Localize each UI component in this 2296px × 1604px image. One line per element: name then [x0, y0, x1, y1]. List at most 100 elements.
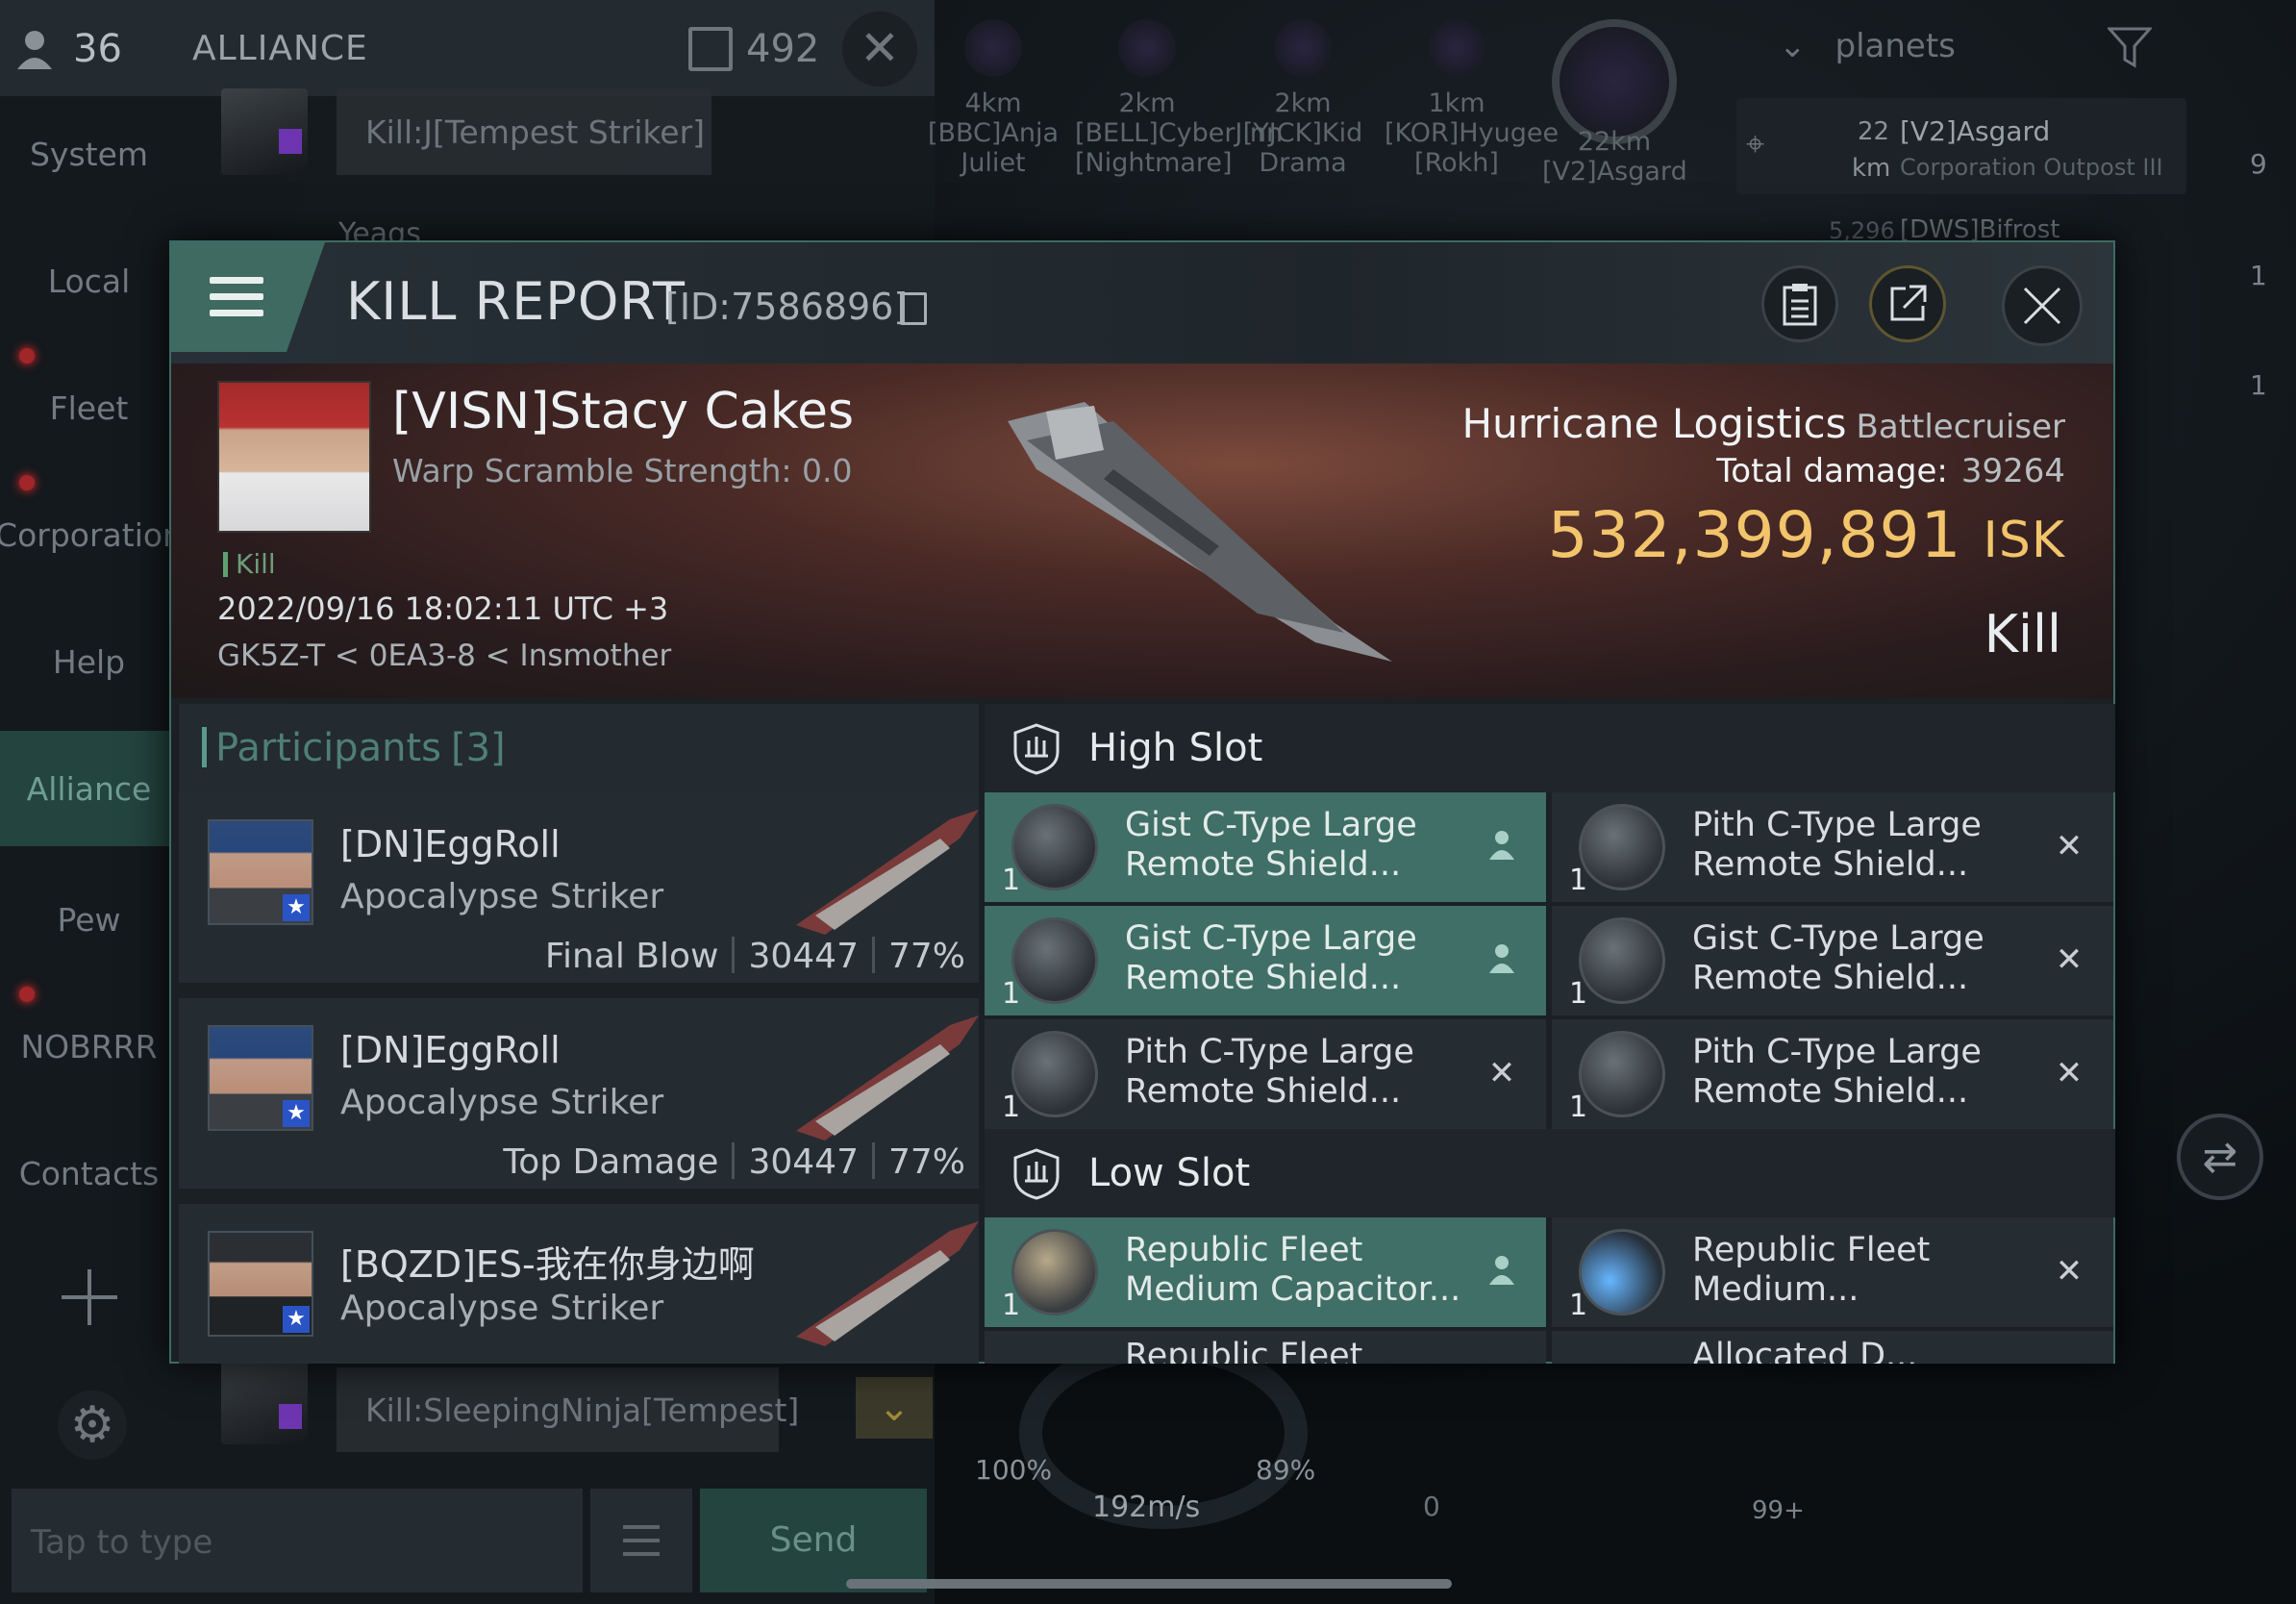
target-4[interactable]: 1km [KOR]Hyugee [Rokh]: [1385, 19, 1559, 178]
person-icon: [1485, 1254, 1519, 1289]
menu-button[interactable]: [171, 242, 325, 352]
module-item[interactable]: 1 Republic Fleet Medium... ✕: [1552, 1217, 2113, 1327]
module-item[interactable]: 1 Gist C-Type Large Remote Shield...: [985, 906, 1546, 1015]
chat-menu-button[interactable]: [590, 1489, 692, 1592]
clipboard-button[interactable]: [1761, 265, 1838, 342]
star-icon: ★: [283, 894, 310, 921]
participant-portrait: ★: [208, 1231, 313, 1337]
target-5[interactable]: 22km [V2]Asgard: [1542, 19, 1687, 187]
chat-message[interactable]: Kill:J[Tempest Striker]: [337, 88, 711, 175]
module-item[interactable]: 1 Gist C-Type Large Remote Shield...: [985, 792, 1546, 902]
module-name-line1: Pith C-Type Large: [1692, 806, 1982, 844]
members-icon: [17, 29, 56, 69]
module-name-line2: Medium Capacitor...: [1125, 1270, 1461, 1309]
entry-unit: km: [1852, 154, 1891, 183]
filter-icon[interactable]: [2106, 27, 2154, 69]
nav-tab-corporation[interactable]: Corporation: [0, 477, 183, 592]
clipboard-icon: [1783, 284, 1817, 326]
module-name-line1: Gist C-Type Large: [1125, 919, 1417, 958]
isk-value: 532,399,891 ISK: [1548, 498, 2065, 572]
chat-close-button[interactable]: ✕: [842, 12, 917, 87]
station-icon: [1552, 19, 1677, 144]
module-quantity: 1: [1002, 1090, 1021, 1124]
module-name: Gist C-Type Large Remote Shield...: [1125, 806, 1490, 885]
copy-icon[interactable]: [900, 292, 927, 325]
chat-input[interactable]: Tap to type: [12, 1489, 583, 1592]
participants-count: [3]: [450, 726, 506, 770]
participant-role: Final Blow: [544, 937, 719, 976]
target-3[interactable]: 2km [YJCK]Kid Drama: [1231, 19, 1375, 178]
module-name-line1: Gist C-Type Large: [1692, 919, 1984, 958]
ship-image: [1008, 402, 1392, 662]
module-name-line1: Pith C-Type Large: [1692, 1033, 1982, 1071]
participant-portrait: ★: [208, 1025, 313, 1131]
participant-role: Top Damage: [503, 1142, 719, 1182]
send-button[interactable]: Send: [700, 1489, 927, 1592]
module-item[interactable]: 1 Pith C-Type Large Remote Shield... ✕: [985, 1019, 1546, 1129]
module-item[interactable]: 1 Pith C-Type Large Remote Shield... ✕: [1552, 792, 2113, 902]
target-2[interactable]: 2km [BELL]CyberJinn [Nightmare]: [1075, 19, 1283, 178]
participant-damage: 30447: [748, 1142, 859, 1182]
nav-tab-alliance[interactable]: Alliance: [0, 731, 178, 846]
add-channel-button[interactable]: [58, 1266, 121, 1329]
module-quantity: 1: [1569, 1289, 1588, 1322]
target-1[interactable]: 4km [BBC]Anja Juliet: [921, 19, 1065, 178]
target-name: [YJCK]Kid Drama: [1242, 118, 1363, 178]
participant-row[interactable]: ★ [DN]EggRoll Apocalypse Striker Final B…: [179, 792, 979, 990]
participant-row[interactable]: ★ [DN]EggRoll Apocalypse Striker Top Dam…: [179, 998, 979, 1196]
victim-name[interactable]: [VISN]Stacy Cakes: [392, 383, 854, 440]
nav-tab-system[interactable]: System: [0, 96, 178, 212]
shield-booster-icon: [1579, 917, 1665, 1004]
ship-title[interactable]: Hurricane Logistics Battlecruiser: [1462, 400, 2065, 447]
armor-percent: 89%: [1256, 1454, 1316, 1486]
module-name-line2: Remote Shield...: [1692, 959, 1969, 997]
shield-percent: 100%: [975, 1454, 1053, 1486]
overview-filter-dropdown[interactable]: ⌄ planets: [1779, 27, 1956, 65]
fitting-panel: High Slot 1 Gist C-Type Large Remote Shie…: [985, 704, 2115, 1364]
settings-button[interactable]: ⚙: [58, 1391, 127, 1460]
entry-name: [V2]Asgard: [1900, 115, 2051, 147]
module-item[interactable]: Republic Fleet: [985, 1331, 1546, 1364]
participant-name: [DN]EggRoll: [340, 823, 561, 865]
nav-tab-fleet[interactable]: Fleet: [0, 350, 178, 465]
target-distance: 22km: [1577, 127, 1652, 157]
module-item[interactable]: 1 Pith C-Type Large Remote Shield... ✕: [1552, 1019, 2113, 1129]
shield-booster-icon: [1011, 1031, 1098, 1117]
participant-ship: Apocalypse Striker: [340, 1289, 664, 1328]
module-item[interactable]: 1 Republic Fleet Medium Capacitor...: [985, 1217, 1546, 1327]
overview-entry[interactable]: ⌖ 22 km [V2]Asgard Corporation Outpost I…: [1736, 98, 2186, 194]
person-icon: [1485, 942, 1519, 977]
plus-icon: [62, 1269, 117, 1325]
nav-tab-nobrrr[interactable]: NOBRRR: [0, 989, 178, 1104]
nav-tab-help[interactable]: Help: [0, 604, 178, 719]
share-icon: [1890, 285, 1927, 321]
module-item[interactable]: Allocated D...: [1552, 1331, 2113, 1364]
low-slot-label: Low Slot: [1088, 1151, 1251, 1195]
channel-name[interactable]: ALLIANCE: [192, 29, 368, 68]
participant-name: [BQZD]ES-我在你身边啊: [340, 1243, 755, 1286]
participant-ship: Apocalypse Striker: [340, 877, 664, 916]
share-button[interactable]: [1869, 265, 1946, 342]
module-name: Gist C-Type Large Remote Shield...: [1125, 919, 1490, 998]
shield-booster-icon: [1011, 804, 1098, 890]
participant-row[interactable]: ★ [BQZD]ES-我在你身边啊 Apocalypse Striker: [179, 1204, 979, 1364]
nav-tab-contacts[interactable]: Contacts: [0, 1115, 178, 1231]
scroll-down-button[interactable]: ⌄: [856, 1377, 933, 1439]
camera-toggle-button[interactable]: ⇄: [2177, 1114, 2263, 1200]
shield-booster-icon: [1011, 917, 1098, 1004]
nav-tab-pew[interactable]: Pew: [0, 862, 178, 977]
target-distance: 2km: [1118, 88, 1176, 118]
dialog-title: KILL REPORT: [346, 271, 686, 332]
chat-message[interactable]: Kill:SleepingNinja[Tempest]: [337, 1367, 799, 1452]
nav-tab-local[interactable]: Local: [0, 223, 178, 338]
module-name-line1: Republic Fleet: [1692, 1231, 1931, 1269]
module-name: Republic Fleet: [1125, 1337, 1490, 1364]
close-button[interactable]: [2002, 265, 2083, 346]
kill-location[interactable]: GK5Z-T < 0EA3-8 < Insmother: [217, 639, 671, 673]
unread-count: 492: [746, 27, 820, 71]
target-name: [V2]Asgard: [1542, 157, 1687, 187]
module-item[interactable]: 1 Gist C-Type Large Remote Shield... ✕: [1552, 906, 2113, 1015]
victim-portrait[interactable]: [217, 381, 371, 533]
high-slot-label: High Slot: [1088, 726, 1263, 770]
module-name: Allocated D...: [1692, 1337, 2058, 1364]
